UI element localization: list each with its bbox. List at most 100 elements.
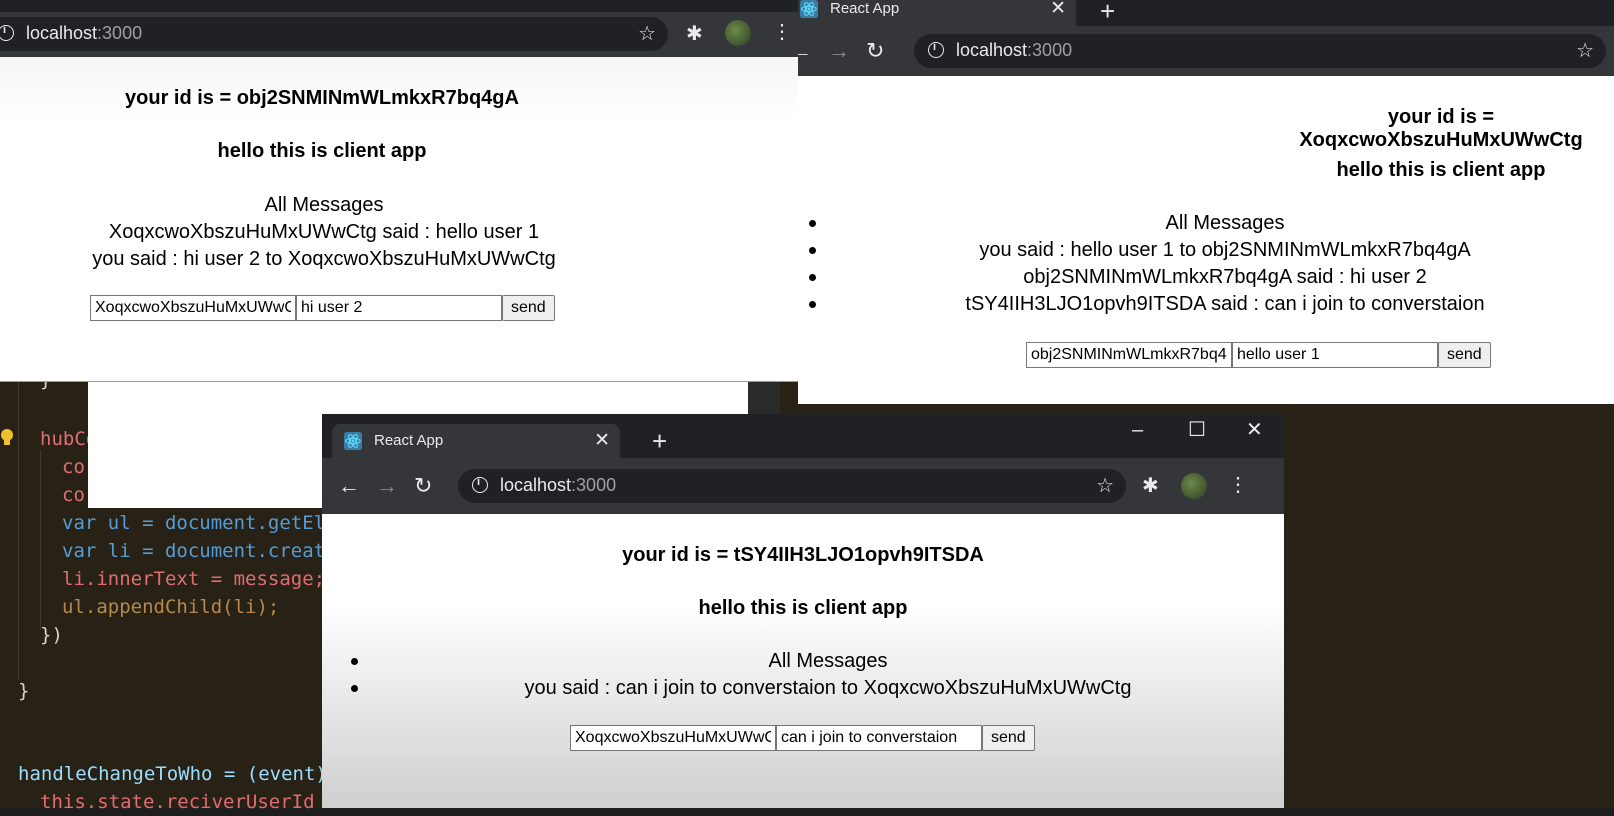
back-arrow-icon[interactable]: ← — [338, 475, 360, 497]
message-input[interactable] — [1232, 342, 1438, 368]
site-info-icon[interactable] — [0, 24, 14, 41]
app-heading: hello this is client app — [1336, 159, 1546, 181]
browser-toolbar: ← → ↻ localhost:3000 ☆ — [798, 26, 1614, 76]
bookmark-star-icon[interactable]: ☆ — [638, 21, 656, 46]
user-id-heading: your id is = XoqxcwoXbszuHuMxUWwCtg — [1299, 106, 1583, 151]
tab-title: React App — [830, 0, 900, 17]
url-host: localhost — [956, 40, 1028, 60]
recipient-id-input[interactable] — [90, 295, 296, 321]
message-input[interactable] — [296, 295, 502, 321]
code-line: ul.appendChild(li); — [62, 596, 280, 618]
browser-window-3: React App ✕ + – ☐ ✕ ← → ↻ localhost:3000… — [322, 414, 1284, 808]
extensions-icon[interactable]: ✱ — [1142, 476, 1159, 496]
list-bullet — [809, 247, 816, 254]
maximize-icon[interactable]: ☐ — [1188, 420, 1206, 440]
browser-toolbar: localhost:3000 ☆ ✱ ⋮ — [0, 12, 804, 57]
forward-arrow-icon[interactable]: → — [828, 40, 850, 62]
list-bullet — [351, 685, 358, 692]
list-item: you said : can i join to converstaion to… — [524, 677, 1132, 699]
message-form: send — [570, 725, 1035, 751]
send-button[interactable]: send — [1438, 342, 1491, 368]
recipient-id-input[interactable] — [570, 725, 776, 751]
send-button[interactable]: send — [502, 295, 555, 321]
reload-icon[interactable]: ↻ — [866, 40, 884, 62]
list-bullet — [351, 658, 358, 665]
messages-list: All Messages you said : can i join to co… — [372, 648, 1284, 702]
close-tab-icon[interactable]: ✕ — [1050, 0, 1066, 20]
address-bar[interactable]: localhost:3000 ☆ — [914, 34, 1606, 68]
code-line: co — [62, 484, 85, 506]
more-menu-icon[interactable]: ⋮ — [772, 22, 792, 42]
page-content: your id is = XoqxcwoXbszuHuMxUWwCtg hell… — [798, 76, 1614, 404]
bookmark-star-icon[interactable]: ☆ — [1096, 473, 1114, 498]
code-line: this.state.reciverUserId — [40, 791, 315, 813]
indent-guide — [18, 380, 19, 680]
list-item: All Messages — [264, 194, 384, 216]
url-port: :3000 — [571, 475, 617, 495]
address-bar[interactable]: localhost:3000 ☆ — [458, 469, 1126, 503]
tab-title: React App — [374, 432, 444, 449]
list-item: tSY4IIH3LJO1opvh9ITSDA said : can i join… — [965, 293, 1485, 315]
profile-avatar[interactable] — [725, 20, 751, 46]
tab-react-app[interactable]: React App ✕ — [332, 424, 620, 458]
recipient-id-input[interactable] — [1026, 342, 1232, 368]
list-item: obj2SNMINmWLmkxR7bq4gA said : hi user 2 — [1023, 266, 1427, 288]
list-item: you said : hello user 1 to obj2SNMINmWLm… — [979, 239, 1471, 261]
back-arrow-icon[interactable]: ← — [798, 40, 812, 62]
browser-toolbar: ← → ↻ localhost:3000 ☆ ✱ ⋮ — [322, 458, 1284, 514]
tab-strip — [0, 0, 804, 12]
background-window-fragment — [88, 370, 322, 508]
messages-list: All Messages XoqxcwoXbszuHuMxUWwCtg said… — [0, 192, 648, 273]
browser-window-1: localhost:3000 ☆ ✱ ⋮ your id is = obj2SN… — [0, 0, 805, 382]
user-id-heading: your id is = tSY4IIH3LJO1opvh9ITSDA — [622, 544, 984, 566]
minimize-icon[interactable]: – — [1132, 420, 1143, 440]
message-form: send — [1026, 342, 1491, 368]
indent-guide — [40, 450, 41, 630]
react-logo-icon — [344, 432, 362, 450]
close-window-icon[interactable]: ✕ — [1246, 420, 1263, 440]
message-input[interactable] — [776, 725, 982, 751]
address-bar[interactable]: localhost:3000 ☆ — [0, 17, 668, 51]
forward-arrow-icon[interactable]: → — [376, 475, 398, 497]
app-heading: hello this is client app — [698, 597, 908, 619]
list-bullet — [809, 301, 816, 308]
site-info-icon[interactable] — [928, 41, 944, 58]
more-menu-icon[interactable]: ⋮ — [1228, 475, 1248, 495]
tab-strip: React App ✕ + — [798, 0, 1614, 26]
close-tab-icon[interactable]: ✕ — [594, 429, 610, 452]
site-info-icon[interactable] — [472, 476, 488, 493]
user-id-heading: your id is = obj2SNMINmWLmkxR7bq4gA — [125, 87, 519, 109]
new-tab-icon[interactable]: + — [652, 428, 667, 454]
list-bullet — [809, 220, 816, 227]
code-line: var li = document.creat — [62, 540, 326, 562]
tab-react-app[interactable]: React App ✕ — [798, 0, 1076, 26]
list-bullet — [809, 274, 816, 281]
list-item: All Messages — [768, 650, 888, 672]
code-line: li.innerText = message; — [62, 568, 326, 590]
url-port: :3000 — [97, 23, 143, 43]
browser-window-2: React App ✕ + ← → ↻ localhost:3000 ☆ you… — [798, 0, 1614, 404]
lightbulb-icon[interactable] — [0, 428, 14, 448]
code-line: }) — [40, 624, 63, 646]
code-line: var ul = document.getEl — [62, 512, 326, 534]
page-content: your id is = tSY4IIH3LJO1opvh9ITSDA hell… — [322, 514, 1284, 808]
profile-avatar[interactable] — [1181, 473, 1207, 499]
url-host: localhost — [26, 23, 98, 43]
react-logo-icon — [800, 0, 818, 18]
message-form: send — [90, 295, 555, 321]
list-item: All Messages — [1165, 212, 1285, 234]
list-item: you said : hi user 2 to XoqxcwoXbszuHuMx… — [92, 248, 556, 270]
url-port: :3000 — [1027, 40, 1073, 60]
bookmark-star-icon[interactable]: ☆ — [1576, 38, 1594, 63]
new-tab-icon[interactable]: + — [1100, 0, 1115, 24]
extensions-icon[interactable]: ✱ — [686, 24, 703, 44]
app-heading: hello this is client app — [217, 140, 427, 162]
page-content: your id is = obj2SNMINmWLmkxR7bq4gA hell… — [0, 57, 804, 381]
code-line: co — [62, 456, 85, 478]
reload-icon[interactable]: ↻ — [414, 475, 432, 497]
send-button[interactable]: send — [982, 725, 1035, 751]
messages-list: All Messages you said : hello user 1 to … — [836, 210, 1614, 318]
code-line: handleChangeToWho = (event) — [18, 763, 327, 785]
code-line: } — [18, 680, 30, 702]
list-item: XoqxcwoXbszuHuMxUWwCtg said : hello user… — [108, 221, 540, 243]
